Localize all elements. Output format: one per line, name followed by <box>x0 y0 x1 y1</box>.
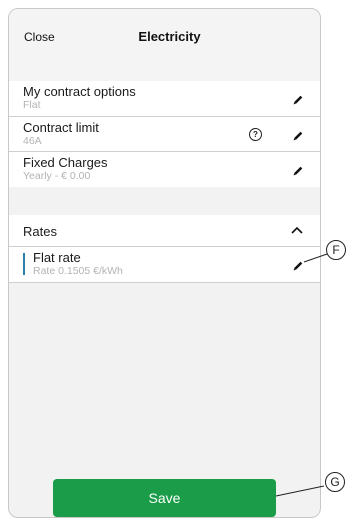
callout-f: F <box>326 240 346 260</box>
callout-g: G <box>325 472 345 492</box>
callout-line-f <box>275 253 328 497</box>
